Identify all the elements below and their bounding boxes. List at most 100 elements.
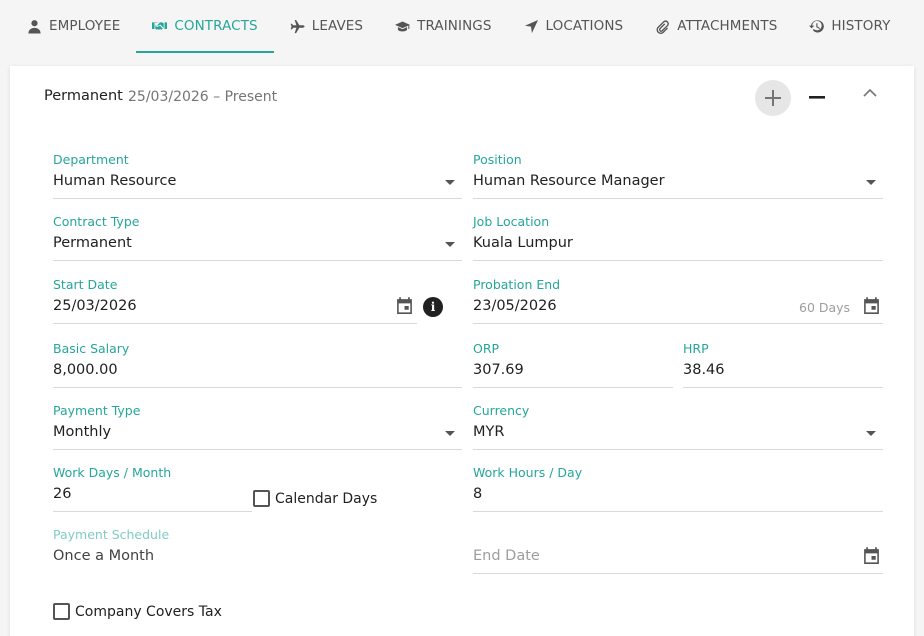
position-label: Position — [473, 152, 522, 167]
location-arrow-icon — [524, 19, 538, 33]
field-underline — [53, 387, 462, 388]
handshake-icon — [152, 21, 168, 30]
company-covers-tax-checkbox[interactable]: Company Covers Tax — [53, 603, 222, 620]
contract-header[interactable]: Permanent 25/03/2026 – Present — [10, 66, 914, 130]
start-date-label: Start Date — [53, 277, 118, 292]
payment-schedule-label: Payment Schedule — [53, 527, 170, 542]
person-icon — [28, 19, 41, 34]
tab-employee[interactable]: EMPLOYEE — [11, 0, 136, 52]
basic-salary-input[interactable]: Basic Salary 8,000.00 — [53, 341, 462, 389]
department-label: Department — [53, 152, 129, 167]
hrp-label: HRP — [683, 341, 709, 356]
tab-label: TRAININGS — [417, 18, 492, 34]
contract-card: Permanent 25/03/2026 – Present Departmen… — [10, 66, 914, 636]
field-underline — [53, 323, 417, 324]
end-date-placeholder: End Date — [473, 548, 540, 564]
checkbox-box[interactable] — [53, 603, 70, 620]
work-hours-value: 8 — [473, 486, 483, 502]
field-underline — [53, 260, 462, 261]
chevron-up-icon[interactable] — [862, 86, 878, 100]
graduation-cap-icon — [395, 21, 411, 31]
orp-label: ORP — [473, 341, 500, 356]
probation-days: 60 Days — [799, 300, 851, 315]
tab-label: LEAVES — [311, 18, 364, 34]
calendar-days-label: Calendar Days — [275, 490, 378, 507]
tab-attachments[interactable]: ATTACHMENTS — [639, 0, 793, 52]
payment-type-value: Monthly — [53, 424, 112, 440]
hrp-input[interactable]: HRP 38.46 — [683, 341, 883, 389]
probation-end-input[interactable]: Probation End 23/05/2026 60 Days — [473, 277, 883, 325]
work-hours-label: Work Hours / Day — [473, 465, 583, 480]
dropdown-caret-icon — [866, 431, 876, 436]
work-days-label: Work Days / Month — [53, 465, 172, 480]
calendar-days-checkbox[interactable]: Calendar Days — [253, 490, 377, 507]
plus-icon — [765, 90, 781, 106]
contract-header-type: Permanent — [44, 88, 123, 104]
field-underline — [473, 387, 673, 388]
tab-label: HISTORY — [831, 18, 891, 34]
end-date-input[interactable]: End Date — [473, 527, 883, 575]
paperclip-icon — [656, 19, 670, 34]
start-date-value: 25/03/2026 — [53, 298, 137, 314]
tab-label: ATTACHMENTS — [677, 18, 778, 34]
calendar-icon[interactable] — [395, 296, 414, 315]
probation-end-label: Probation End — [473, 277, 561, 292]
work-days-input[interactable]: Work Days / Month 26 — [53, 465, 252, 513]
field-underline — [683, 387, 883, 388]
payment-schedule-value: Once a Month — [53, 548, 155, 564]
tab-label: LOCATIONS — [545, 18, 624, 34]
position-value: Human Resource Manager — [473, 173, 665, 189]
checkbox-box[interactable] — [253, 490, 270, 507]
payment-type-select[interactable]: Payment Type Monthly — [53, 403, 462, 451]
contract-header-dates: 25/03/2026 – Present — [128, 89, 278, 105]
start-date-input[interactable]: Start Date 25/03/2026 — [53, 277, 417, 325]
minus-icon — [809, 96, 825, 99]
work-days-value: 26 — [53, 486, 72, 502]
tab-label: EMPLOYEE — [49, 18, 121, 34]
tab-history[interactable]: HISTORY — [793, 0, 906, 52]
payment-type-label: Payment Type — [53, 403, 141, 418]
orp-input[interactable]: ORP 307.69 — [473, 341, 673, 389]
contract-type-label: Contract Type — [53, 214, 140, 229]
department-value: Human Resource — [53, 173, 177, 189]
tab-label: CONTRACTS — [174, 18, 258, 34]
tab-leaves[interactable]: LEAVES — [274, 0, 379, 52]
department-select[interactable]: Department Human Resource — [53, 152, 462, 200]
field-underline — [473, 449, 883, 450]
field-underline — [53, 198, 462, 199]
tab-trainings[interactable]: TRAININGS — [379, 0, 507, 52]
field-underline — [53, 511, 252, 512]
currency-select[interactable]: Currency MYR — [473, 403, 883, 451]
work-hours-input[interactable]: Work Hours / Day 8 — [473, 465, 883, 513]
currency-label: Currency — [473, 403, 530, 418]
contract-type-value: Permanent — [53, 235, 132, 251]
history-icon — [809, 19, 825, 33]
dropdown-caret-icon — [445, 180, 455, 185]
calendar-icon[interactable] — [862, 296, 881, 315]
job-location-label: Job Location — [473, 214, 550, 229]
field-underline — [473, 323, 883, 324]
tab-locations[interactable]: LOCATIONS — [508, 0, 640, 52]
position-select[interactable]: Position Human Resource Manager — [473, 152, 883, 200]
dropdown-caret-icon — [866, 180, 876, 185]
basic-salary-value: 8,000.00 — [53, 362, 118, 378]
contract-type-select[interactable]: Contract Type Permanent — [53, 214, 462, 262]
tab-contracts[interactable]: CONTRACTS — [136, 0, 275, 53]
job-location-input[interactable]: Job Location Kuala Lumpur — [473, 214, 883, 262]
hrp-value: 38.46 — [683, 362, 725, 378]
airplane-icon — [290, 19, 305, 33]
orp-value: 307.69 — [473, 362, 524, 378]
field-underline — [473, 198, 883, 199]
field-underline — [473, 260, 883, 261]
add-contract-button[interactable] — [755, 80, 791, 116]
field-underline — [53, 449, 462, 450]
tab-bar: EMPLOYEE CONTRACTS LEAVES TRAININGS LOCA… — [0, 0, 924, 54]
probation-end-value: 23/05/2026 — [473, 298, 557, 314]
job-location-value: Kuala Lumpur — [473, 235, 573, 251]
dropdown-caret-icon — [445, 242, 455, 247]
info-icon[interactable]: i — [423, 297, 443, 317]
calendar-icon[interactable] — [862, 546, 881, 565]
field-underline — [473, 511, 883, 512]
basic-salary-label: Basic Salary — [53, 341, 130, 356]
remove-contract-button[interactable] — [808, 88, 826, 106]
